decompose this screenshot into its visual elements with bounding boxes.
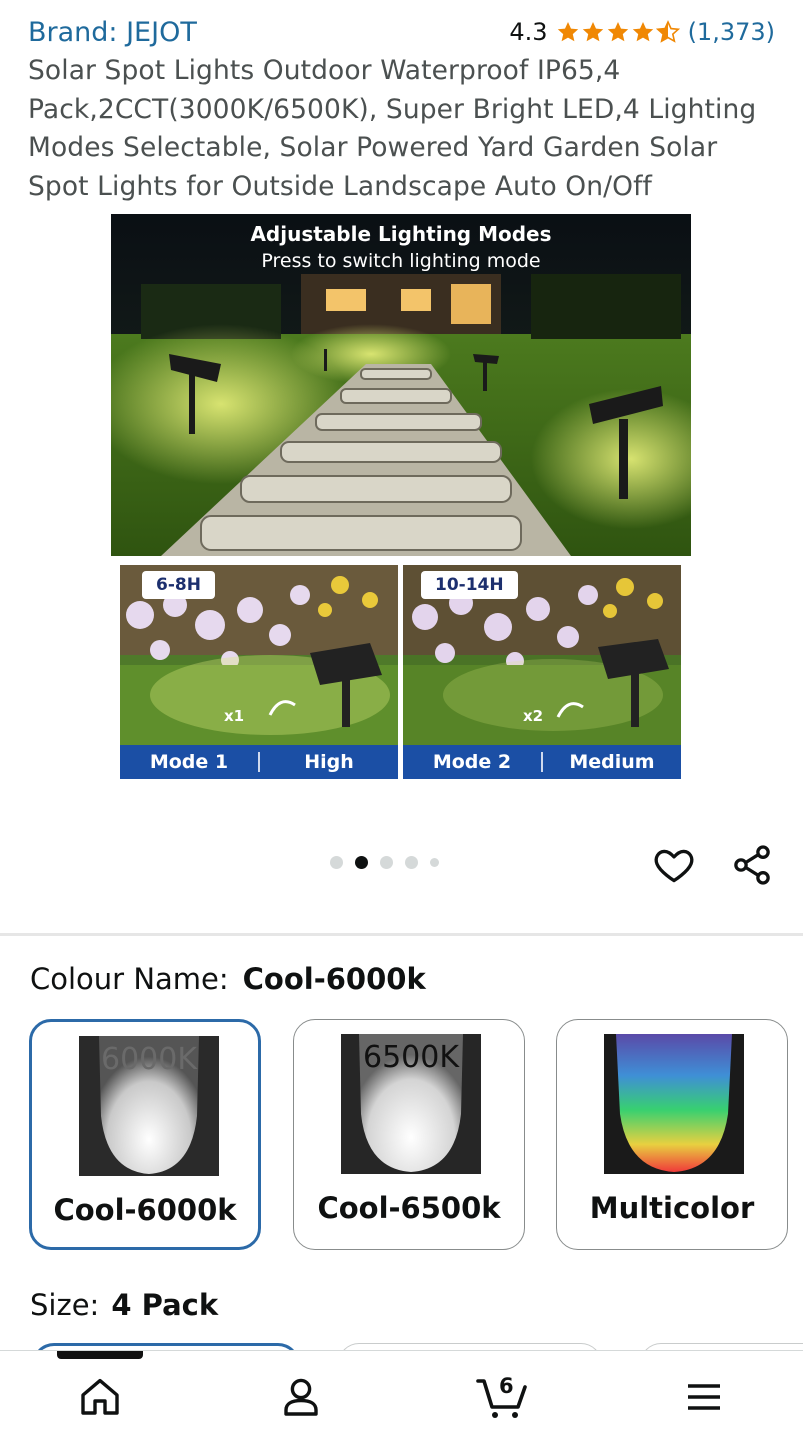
mode-card-1: 6-8H x1 Mode 1 High	[120, 565, 398, 779]
rgb-light-beam-image	[604, 1034, 744, 1174]
colour-option-name: Cool-6000k	[53, 1193, 237, 1227]
size-selected-value: 4 Pack	[111, 1288, 219, 1322]
mode-name: Mode 2	[432, 751, 512, 773]
share-icon	[734, 845, 770, 885]
colour-option-multicolor[interactable]: Multicolor	[556, 1019, 788, 1250]
heart-icon	[654, 849, 694, 883]
rating-summary[interactable]: 4.3 (1,373)	[509, 18, 775, 46]
hero-caption-title: Adjustable Lighting Modes	[250, 222, 552, 246]
rating-stars	[556, 20, 680, 44]
carousel-dot[interactable]	[430, 858, 439, 867]
star-half-icon	[655, 20, 680, 43]
colour-thumbnail	[604, 1034, 744, 1174]
favorite-button[interactable]	[652, 843, 696, 887]
carousel-dot[interactable]	[405, 856, 418, 869]
mode-level: Medium	[569, 751, 655, 773]
carousel-dots[interactable]	[330, 856, 439, 869]
colour-label-text: Colour Name:	[30, 962, 229, 996]
colour-thumbnail: 6500K	[341, 1034, 481, 1174]
carousel-dot[interactable]	[380, 856, 393, 869]
cart-count-badge: 6	[499, 1374, 514, 1398]
colour-name-label: Colour Name: Cool-6000k	[30, 962, 426, 996]
home-icon	[81, 1378, 119, 1415]
star-full-icon	[632, 22, 653, 42]
hero-caption-subtitle: Press to switch lighting mode	[261, 250, 541, 272]
section-divider	[0, 933, 803, 936]
nav-account[interactable]	[277, 1373, 325, 1421]
nav-home[interactable]	[76, 1373, 124, 1421]
mode-name: Mode 1	[149, 751, 229, 773]
product-image-hero[interactable]: Adjustable Lighting Modes Press to switc…	[111, 214, 691, 556]
mode-tap-count: x1	[224, 707, 245, 725]
colour-selected-value: Cool-6000k	[242, 962, 426, 996]
nav-menu[interactable]	[680, 1373, 728, 1421]
colour-thumbnail: 6000K	[79, 1036, 219, 1176]
bottom-nav-bar	[0, 1350, 803, 1441]
menu-icon	[688, 1384, 720, 1410]
mode-bar: Mode 1 High	[120, 745, 398, 779]
brand-link[interactable]: Brand: JEJOT	[28, 17, 197, 48]
thumb-label: 6000K	[100, 1042, 198, 1077]
thumb-label: 6500K	[362, 1040, 460, 1075]
size-label-text: Size:	[30, 1288, 100, 1322]
account-icon	[284, 1378, 318, 1416]
mode-tap-count: x2	[523, 707, 544, 725]
colour-option-cool-6500k[interactable]: 6500K Cool-6500k	[293, 1019, 525, 1250]
mode-card-2: 10-14H x2 Mode 2 Medium	[403, 565, 681, 779]
product-title: Solar Spot Lights Outdoor Waterproof IP6…	[28, 55, 757, 202]
star-full-icon	[607, 22, 628, 42]
star-full-icon	[582, 22, 603, 42]
mode-duration: 10-14H	[421, 571, 518, 599]
carousel-dot[interactable]	[330, 856, 343, 869]
colour-option-cool-6000k[interactable]: 6000K Cool-6000k	[29, 1019, 261, 1250]
mode-duration: 6-8H	[142, 571, 215, 599]
colour-option-name: Multicolor	[589, 1191, 755, 1225]
brand-rating-row: Brand: JEJOT 4.3 (1,373)	[28, 14, 775, 50]
rating-value: 4.3	[509, 18, 548, 46]
mode-level: High	[304, 751, 354, 773]
size-label: Size: 4 Pack	[30, 1288, 218, 1322]
rating-count[interactable]: (1,373)	[688, 18, 775, 46]
mode-bar: Mode 2 Medium	[403, 745, 681, 779]
nav-active-indicator	[57, 1351, 143, 1359]
colour-option-name: Cool-6500k	[317, 1191, 501, 1225]
star-full-icon	[557, 22, 578, 42]
carousel-dot-active[interactable]	[355, 856, 368, 869]
share-button[interactable]	[730, 843, 774, 887]
